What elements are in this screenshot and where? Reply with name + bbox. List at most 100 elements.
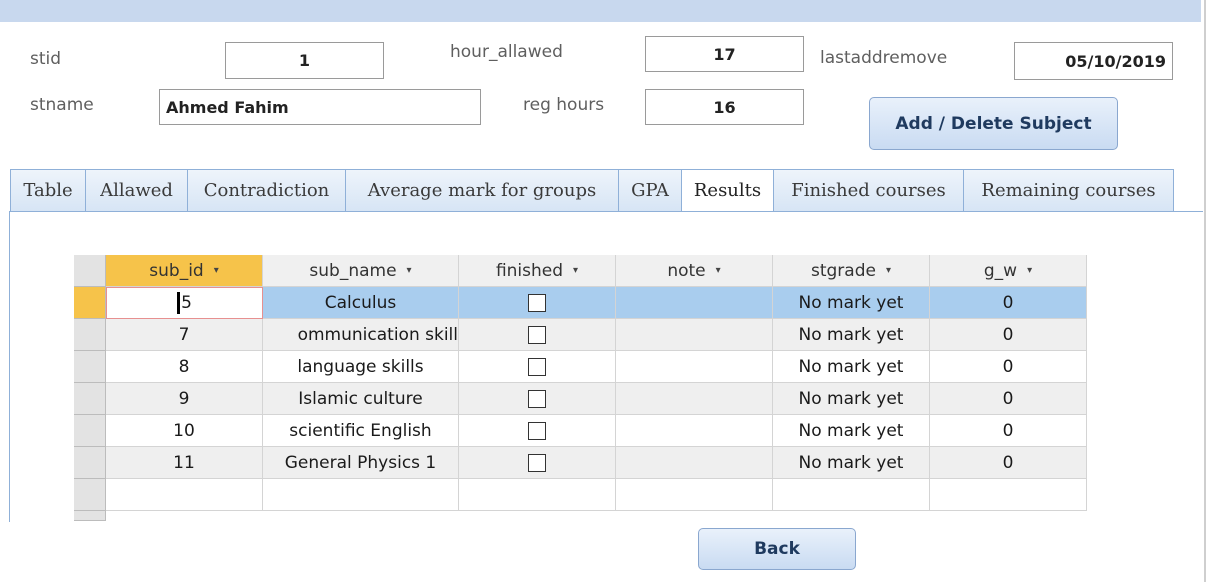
tab-gpa[interactable]: GPA: [618, 169, 681, 212]
sub-id-cell[interactable]: 9: [106, 383, 263, 415]
column-header-label: g_w: [983, 260, 1018, 281]
window-right-edge: [1204, 0, 1206, 582]
chevron-down-icon[interactable]: ▾: [407, 265, 412, 276]
note-cell[interactable]: [616, 447, 773, 479]
table-row[interactable]: 9 Islamic culture No mark yet 0: [74, 383, 1087, 415]
chevron-down-icon[interactable]: ▾: [716, 265, 721, 276]
note-cell[interactable]: [616, 319, 773, 351]
finished-cell[interactable]: [459, 447, 616, 479]
empty-cell[interactable]: [773, 479, 930, 511]
sub-id-cell[interactable]: 11: [106, 447, 263, 479]
note-cell[interactable]: [616, 287, 773, 319]
empty-cell[interactable]: [263, 479, 459, 511]
tab-finished-courses[interactable]: Finished courses: [773, 169, 963, 212]
table-row[interactable]: 7 ommunication skill No mark yet 0: [74, 319, 1087, 351]
tab-average-mark-for-groups[interactable]: Average mark for groups: [345, 169, 618, 212]
g-w-cell[interactable]: 0: [930, 447, 1087, 479]
finished-checkbox[interactable]: [528, 389, 546, 408]
tab-contradiction[interactable]: Contradiction: [187, 169, 345, 212]
reg-hours-field[interactable]: 16: [645, 89, 804, 125]
empty-cell[interactable]: [930, 479, 1087, 511]
chevron-down-icon[interactable]: ▾: [1027, 265, 1032, 276]
finished-cell[interactable]: [459, 351, 616, 383]
column-header-note[interactable]: note ▾: [616, 255, 773, 287]
stgrade-cell[interactable]: No mark yet: [773, 351, 930, 383]
sub-id-cell[interactable]: 5: [106, 287, 263, 319]
stgrade-cell[interactable]: No mark yet: [773, 287, 930, 319]
column-header-stgrade[interactable]: stgrade ▾: [773, 255, 930, 287]
tab-panel-left-border: [9, 211, 10, 522]
tab-table[interactable]: Table: [10, 169, 85, 212]
stid-field[interactable]: 1: [225, 42, 384, 79]
lastaddremove-field[interactable]: 05/10/2019: [1014, 42, 1173, 80]
sub-name-cell[interactable]: Calculus: [263, 287, 459, 319]
sub-name-cell[interactable]: Islamic culture: [263, 383, 459, 415]
add-delete-subject-button[interactable]: Add / Delete Subject: [869, 97, 1118, 150]
column-header-label: sub_name: [309, 260, 397, 281]
grid-overflow-row: [74, 511, 106, 521]
g-w-cell[interactable]: 0: [930, 383, 1087, 415]
tab-allawed[interactable]: Allawed: [85, 169, 187, 212]
finished-checkbox[interactable]: [528, 357, 546, 376]
finished-checkbox[interactable]: [528, 325, 546, 344]
finished-checkbox[interactable]: [528, 453, 546, 472]
table-row[interactable]: 11 General Physics 1 No mark yet 0: [74, 447, 1087, 479]
hour-allawed-field[interactable]: 17: [645, 36, 804, 72]
record-selector[interactable]: [74, 415, 106, 447]
empty-cell[interactable]: [106, 479, 263, 511]
back-button[interactable]: Back: [698, 528, 856, 570]
table-row[interactable]: 10 scientific English No mark yet 0: [74, 415, 1087, 447]
select-all-corner[interactable]: [74, 255, 106, 287]
sub-id-cell[interactable]: 7: [106, 319, 263, 351]
finished-checkbox[interactable]: [528, 421, 546, 440]
g-w-cell[interactable]: 0: [930, 351, 1087, 383]
note-cell[interactable]: [616, 351, 773, 383]
chevron-down-icon[interactable]: ▾: [573, 265, 578, 276]
column-header-sub-name[interactable]: sub_name ▾: [263, 255, 459, 287]
new-record-row[interactable]: [74, 479, 1087, 511]
g-w-cell[interactable]: 0: [930, 287, 1087, 319]
record-selector[interactable]: [74, 287, 106, 319]
tab-results[interactable]: Results: [681, 169, 773, 212]
sub-name-cell[interactable]: General Physics 1: [263, 447, 459, 479]
stgrade-cell[interactable]: No mark yet: [773, 415, 930, 447]
sub-name-cell[interactable]: language skills: [263, 351, 459, 383]
stname-field[interactable]: Ahmed Fahim: [159, 89, 481, 125]
tab-strip: Table Allawed Contradiction Average mark…: [10, 169, 1174, 212]
column-header-g-w[interactable]: g_w ▾: [930, 255, 1087, 287]
g-w-cell[interactable]: 0: [930, 415, 1087, 447]
record-selector[interactable]: [74, 447, 106, 479]
record-selector[interactable]: [74, 383, 106, 415]
column-header-sub-id[interactable]: sub_id ▾: [106, 255, 263, 287]
sub-name-cell[interactable]: ommunication skill: [263, 319, 459, 351]
finished-cell[interactable]: [459, 415, 616, 447]
chevron-down-icon[interactable]: ▾: [214, 265, 219, 276]
note-cell[interactable]: [616, 415, 773, 447]
tab-panel-border: [10, 211, 1203, 212]
column-header-finished[interactable]: finished ▾: [459, 255, 616, 287]
lastaddremove-label: lastaddremove: [820, 48, 948, 68]
finished-cell[interactable]: [459, 383, 616, 415]
sub-name-cell[interactable]: scientific English: [263, 415, 459, 447]
tab-remaining-courses[interactable]: Remaining courses: [963, 169, 1174, 212]
sub-id-cell[interactable]: 10: [106, 415, 263, 447]
stgrade-cell[interactable]: No mark yet: [773, 447, 930, 479]
empty-cell[interactable]: [459, 479, 616, 511]
table-row[interactable]: 8 language skills No mark yet 0: [74, 351, 1087, 383]
chevron-down-icon[interactable]: ▾: [886, 265, 891, 276]
finished-cell[interactable]: [459, 287, 616, 319]
g-w-cell[interactable]: 0: [930, 319, 1087, 351]
sub-id-value: 5: [181, 293, 192, 313]
sub-id-cell[interactable]: 8: [106, 351, 263, 383]
stgrade-cell[interactable]: No mark yet: [773, 383, 930, 415]
record-selector[interactable]: [74, 351, 106, 383]
window-title-bar: [0, 0, 1201, 22]
stgrade-cell[interactable]: No mark yet: [773, 319, 930, 351]
empty-cell[interactable]: [616, 479, 773, 511]
finished-cell[interactable]: [459, 319, 616, 351]
record-selector[interactable]: [74, 479, 106, 511]
note-cell[interactable]: [616, 383, 773, 415]
table-row[interactable]: 5 Calculus No mark yet 0: [74, 287, 1087, 319]
record-selector[interactable]: [74, 319, 106, 351]
finished-checkbox[interactable]: [528, 293, 546, 312]
